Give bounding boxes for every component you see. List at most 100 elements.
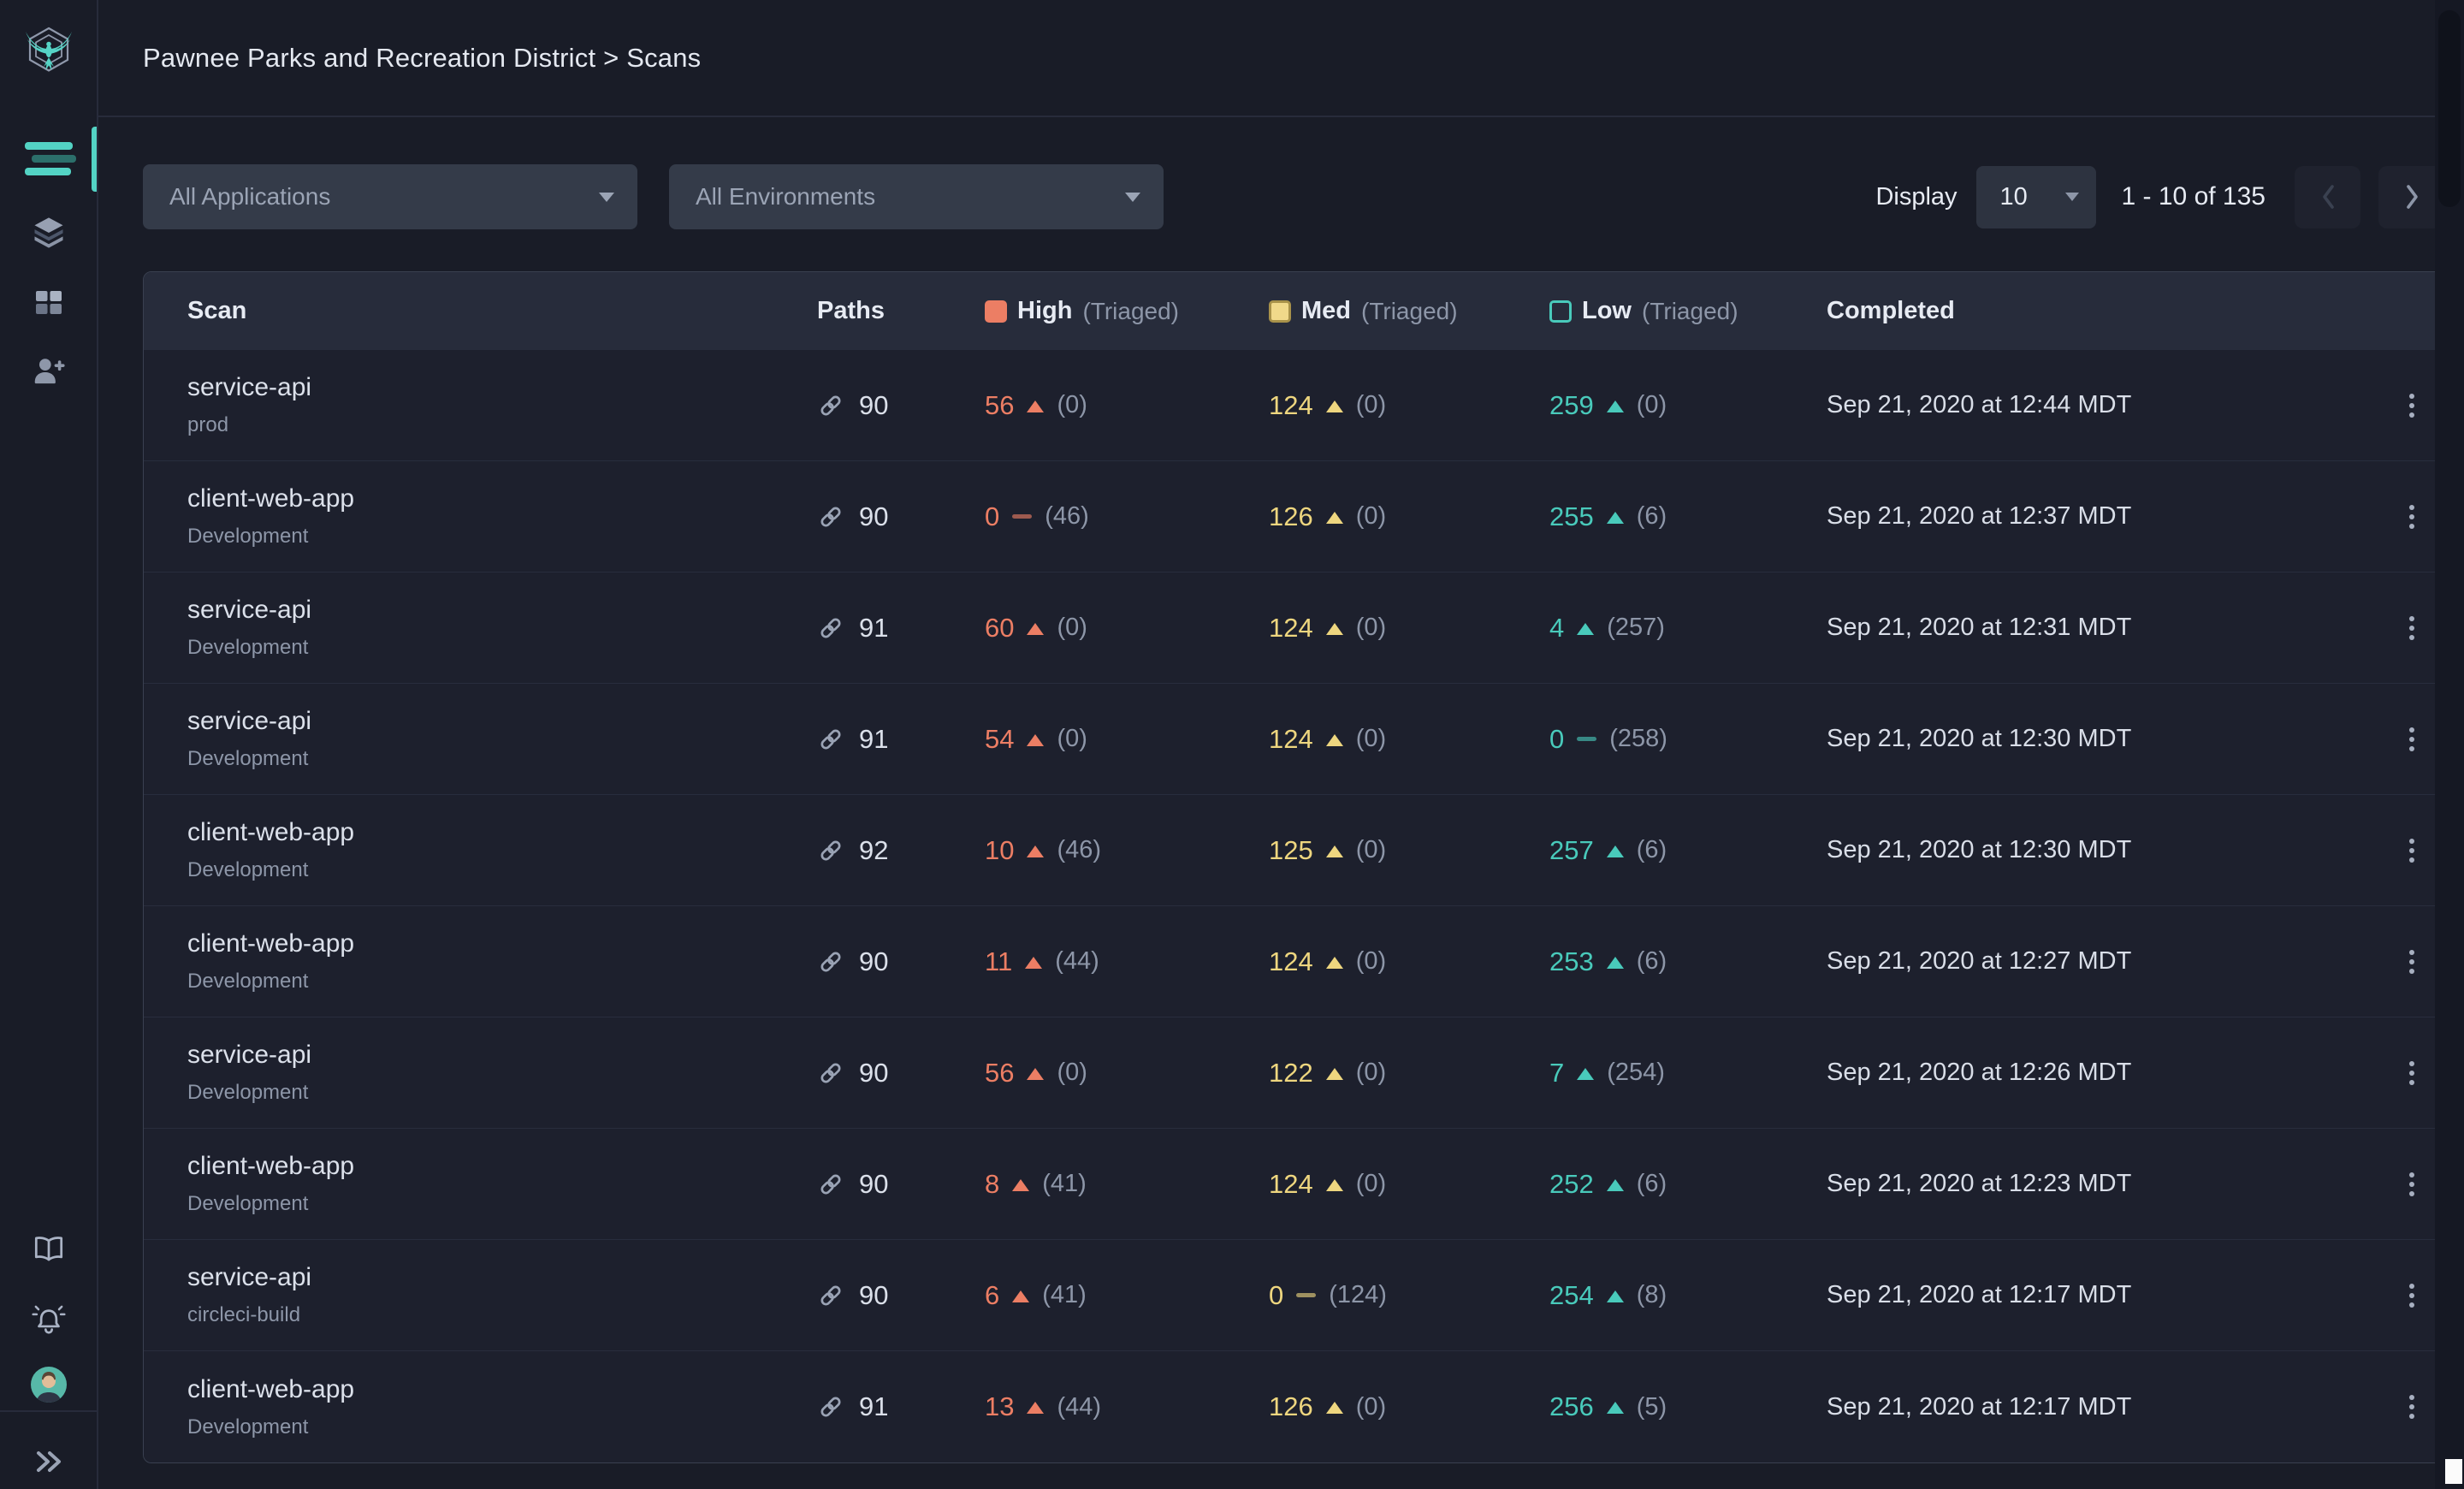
table-body: service-api prod 90 56 (0) 124 (0) 259 (… xyxy=(144,350,2443,1462)
scan-environment: Development xyxy=(187,858,309,881)
med-triaged-count: (0) xyxy=(1355,1170,1387,1197)
low-cell: 4 (257) xyxy=(1549,613,1827,644)
scan-row[interactable]: client-web-app Development 90 11 (44) 12… xyxy=(144,906,2443,1017)
low-count: 256 xyxy=(1549,1391,1594,1421)
scan-row[interactable]: service-api circleci-build 90 6 (41) 0 ( xyxy=(144,1240,2443,1351)
scan-name[interactable]: service-api xyxy=(187,707,817,736)
breadcrumb[interactable]: Pawnee Parks and Recreation District > S… xyxy=(143,43,701,74)
med-trend-icon xyxy=(1325,733,1343,746)
med-triaged-count: (0) xyxy=(1355,725,1387,752)
low-count: 7 xyxy=(1549,1057,1565,1088)
scan-row[interactable]: client-web-app Development 92 10 (46) 12… xyxy=(144,795,2443,906)
scan-name[interactable]: service-api xyxy=(187,1263,817,1292)
completed-cell: Sep 21, 2020 at 12:17 MDT xyxy=(1827,1392,2132,1421)
scan-environment: Development xyxy=(187,525,309,548)
med-trend-icon xyxy=(1325,845,1343,857)
sidebar-item-applications[interactable] xyxy=(0,276,97,330)
scan-name[interactable]: client-web-app xyxy=(187,818,817,847)
chevron-down-icon xyxy=(1125,192,1140,202)
sidebar-expand-button[interactable] xyxy=(0,1434,97,1489)
high-cell: 13 (44) xyxy=(985,1391,1269,1422)
row-menu-button[interactable] xyxy=(2401,1164,2423,1205)
chevron-right-icon xyxy=(2406,185,2418,209)
low-cell: 259 (0) xyxy=(1549,390,1827,421)
med-count: 124 xyxy=(1269,723,1313,754)
link-icon xyxy=(817,1393,844,1421)
environments-filter[interactable]: All Environments xyxy=(669,164,1164,229)
stackhawk-logo-icon[interactable] xyxy=(21,22,77,79)
paths-cell: 91 xyxy=(817,1391,985,1422)
scan-row[interactable]: service-api Development 90 56 (0) 122 (0 xyxy=(144,1017,2443,1129)
high-trend-icon xyxy=(1012,1290,1030,1302)
pagination: Display 10 1 - 10 of 135 xyxy=(1875,165,2444,228)
double-chevron-right-icon xyxy=(36,1451,61,1472)
med-severity-swatch-icon xyxy=(1269,300,1291,323)
sidebar-item-invite-user[interactable] xyxy=(0,344,97,399)
low-trend-icon xyxy=(1577,622,1595,635)
scan-name[interactable]: service-api xyxy=(187,373,817,402)
paths-cell: 91 xyxy=(817,613,985,644)
high-triaged-count: (0) xyxy=(1057,614,1087,641)
paths-count: 92 xyxy=(859,834,889,865)
sidebar-item-notifications[interactable] xyxy=(0,1290,97,1345)
column-header-high: High (Triaged) xyxy=(985,297,1269,325)
scan-name[interactable]: service-api xyxy=(187,596,817,625)
scans-table: Scan Paths High (Triaged) Med (Triaged) xyxy=(143,271,2444,1463)
scan-name[interactable]: client-web-app xyxy=(187,484,817,513)
low-count: 254 xyxy=(1549,1279,1594,1310)
scan-row[interactable]: client-web-app Development 91 13 (44) 12… xyxy=(144,1351,2443,1462)
scan-row[interactable]: client-web-app Development 90 8 (41) 124 xyxy=(144,1129,2443,1240)
paths-cell: 90 xyxy=(817,390,985,421)
high-triaged-count: (0) xyxy=(1057,725,1087,752)
scan-cell: service-api Development xyxy=(187,596,817,660)
row-menu-button[interactable] xyxy=(2401,830,2423,871)
scan-name[interactable]: service-api xyxy=(187,1041,817,1070)
scan-name[interactable]: client-web-app xyxy=(187,929,817,958)
row-menu-button[interactable] xyxy=(2401,941,2423,982)
sidebar-item-scans[interactable] xyxy=(0,131,97,186)
scan-row[interactable]: service-api prod 90 56 (0) 124 (0) 259 (… xyxy=(144,350,2443,461)
scrollbar-track[interactable] xyxy=(2435,0,2464,1489)
high-count: 0 xyxy=(985,501,1000,531)
row-menu-button[interactable] xyxy=(2401,608,2423,649)
row-menu-button[interactable] xyxy=(2401,1386,2423,1427)
link-icon xyxy=(817,392,844,419)
filters: All Applications All Environments xyxy=(143,164,1164,229)
high-count: 54 xyxy=(985,723,1015,754)
scan-row[interactable]: client-web-app Development 90 0 (46) 126 xyxy=(144,461,2443,572)
high-triaged-count: (41) xyxy=(1042,1281,1087,1308)
user-add-icon xyxy=(34,359,65,384)
chevron-down-icon xyxy=(2064,193,2079,201)
sidebar-item-layers[interactable] xyxy=(0,205,97,260)
column-header-scan: Scan xyxy=(187,297,247,324)
row-menu-button[interactable] xyxy=(2401,1275,2423,1316)
scan-row[interactable]: service-api Development 91 60 (0) 124 (0 xyxy=(144,572,2443,684)
row-menu-button[interactable] xyxy=(2401,385,2423,426)
grid-icon xyxy=(35,291,62,314)
row-menu-button[interactable] xyxy=(2401,719,2423,760)
low-trend-icon xyxy=(1606,511,1624,524)
scrollbar-thumb[interactable] xyxy=(2438,10,2461,207)
row-menu-button[interactable] xyxy=(2401,496,2423,537)
paths-count: 91 xyxy=(859,1391,889,1421)
paths-count: 91 xyxy=(859,723,889,754)
previous-page-button[interactable] xyxy=(2295,165,2360,228)
scan-cell: client-web-app Development xyxy=(187,1152,817,1216)
page-size-select[interactable]: 10 xyxy=(1975,165,2096,228)
high-cell: 8 (41) xyxy=(985,1169,1269,1200)
scan-row[interactable]: service-api Development 91 54 (0) 124 (0 xyxy=(144,684,2443,795)
med-cell: 124 (0) xyxy=(1269,613,1549,644)
med-trend-icon xyxy=(1325,1402,1343,1414)
med-triaged-label: (Triaged) xyxy=(1361,297,1458,324)
scan-name[interactable]: client-web-app xyxy=(187,1152,817,1181)
scan-cell: service-api Development xyxy=(187,707,817,771)
scan-name[interactable]: client-web-app xyxy=(187,1375,817,1404)
user-avatar[interactable] xyxy=(0,1357,97,1412)
applications-filter[interactable]: All Applications xyxy=(143,164,637,229)
environments-filter-value: All Environments xyxy=(696,183,876,210)
high-triaged-count: (0) xyxy=(1057,391,1087,418)
completed-cell: Sep 21, 2020 at 12:31 MDT xyxy=(1827,614,2132,641)
sidebar-item-docs[interactable] xyxy=(0,1222,97,1277)
row-menu-button[interactable] xyxy=(2401,1053,2423,1094)
high-cell: 60 (0) xyxy=(985,613,1269,644)
